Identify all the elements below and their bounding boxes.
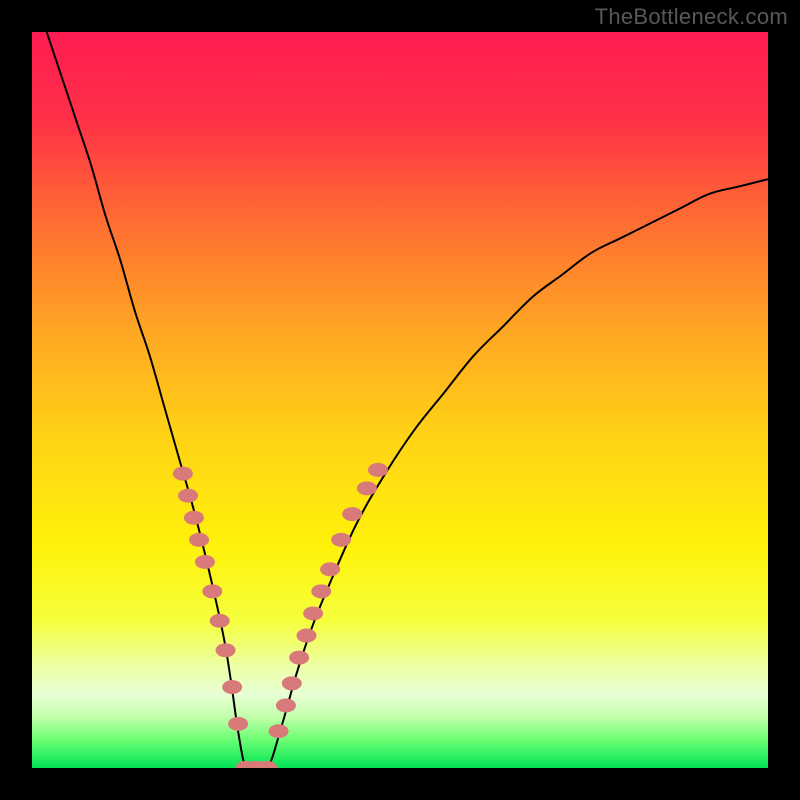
data-marker xyxy=(202,584,222,598)
curve-overlay xyxy=(32,32,768,768)
plot-area xyxy=(32,32,768,768)
data-marker xyxy=(297,629,317,643)
data-marker xyxy=(331,533,351,547)
data-marker xyxy=(320,562,340,576)
data-markers xyxy=(173,463,388,768)
bottleneck-curve xyxy=(47,32,768,768)
data-marker xyxy=(303,606,323,620)
data-marker xyxy=(368,463,388,477)
data-marker xyxy=(210,614,230,628)
data-marker xyxy=(178,489,198,503)
watermark-text: TheBottleneck.com xyxy=(595,4,788,30)
data-marker xyxy=(269,724,289,738)
data-marker xyxy=(216,643,236,657)
data-marker xyxy=(189,533,209,547)
data-marker xyxy=(311,584,331,598)
data-marker xyxy=(222,680,242,694)
data-marker xyxy=(357,481,377,495)
data-marker xyxy=(173,467,193,481)
data-marker xyxy=(289,651,309,665)
data-marker xyxy=(184,511,204,525)
data-marker xyxy=(342,507,362,521)
data-marker xyxy=(276,698,296,712)
data-marker xyxy=(282,676,302,690)
data-marker xyxy=(228,717,248,731)
data-marker xyxy=(195,555,215,569)
chart-container: TheBottleneck.com xyxy=(0,0,800,800)
